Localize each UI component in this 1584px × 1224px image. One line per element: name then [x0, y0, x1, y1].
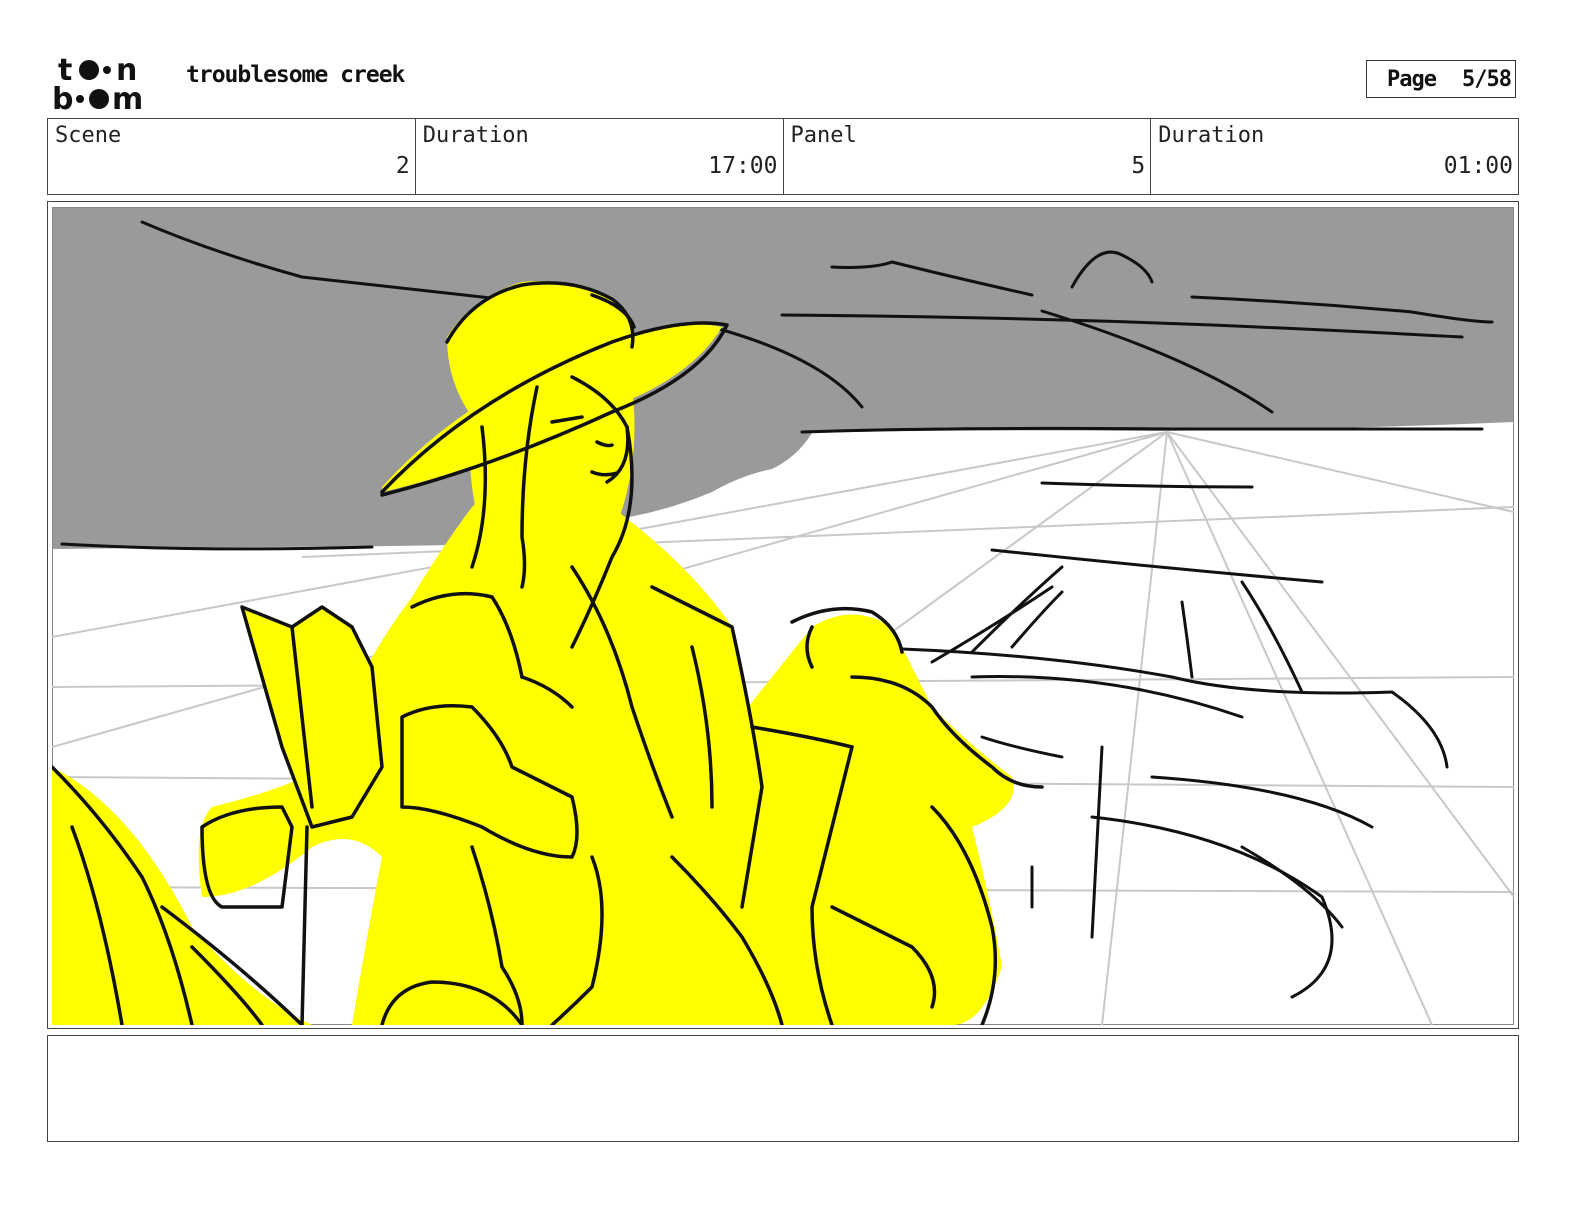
panel-label: Panel	[790, 123, 857, 148]
panel-info-row: Scene 2 Duration 17:00 Panel 5 Duration …	[47, 118, 1519, 195]
panel-duration-value: 01:00	[1443, 153, 1513, 179]
project-title: troublesome creek	[186, 62, 405, 88]
scene-label: Scene	[55, 123, 122, 148]
scene-cell: Scene 2	[48, 119, 416, 194]
svg-text:b: b	[52, 82, 73, 112]
svg-text:m: m	[112, 82, 143, 112]
page-label: Page	[1387, 66, 1437, 92]
scene-duration-cell: Duration 17:00	[416, 119, 784, 194]
page-number: 5/58	[1462, 66, 1512, 92]
storyboard-sketch	[52, 207, 1514, 1025]
toonboom-logo: t n b m	[52, 53, 143, 112]
scene-duration-value: 17:00	[708, 153, 778, 179]
panel-value: 5	[1131, 153, 1146, 179]
panel-duration-cell: Duration 01:00	[1151, 119, 1518, 194]
panel-notes	[47, 1035, 1519, 1142]
scene-value: 2	[395, 153, 410, 179]
panel-duration-label: Duration	[1158, 123, 1265, 148]
panel-cell: Panel 5	[784, 119, 1152, 194]
page-indicator: Page 5/58	[1366, 60, 1516, 98]
scene-duration-label: Duration	[422, 123, 529, 148]
